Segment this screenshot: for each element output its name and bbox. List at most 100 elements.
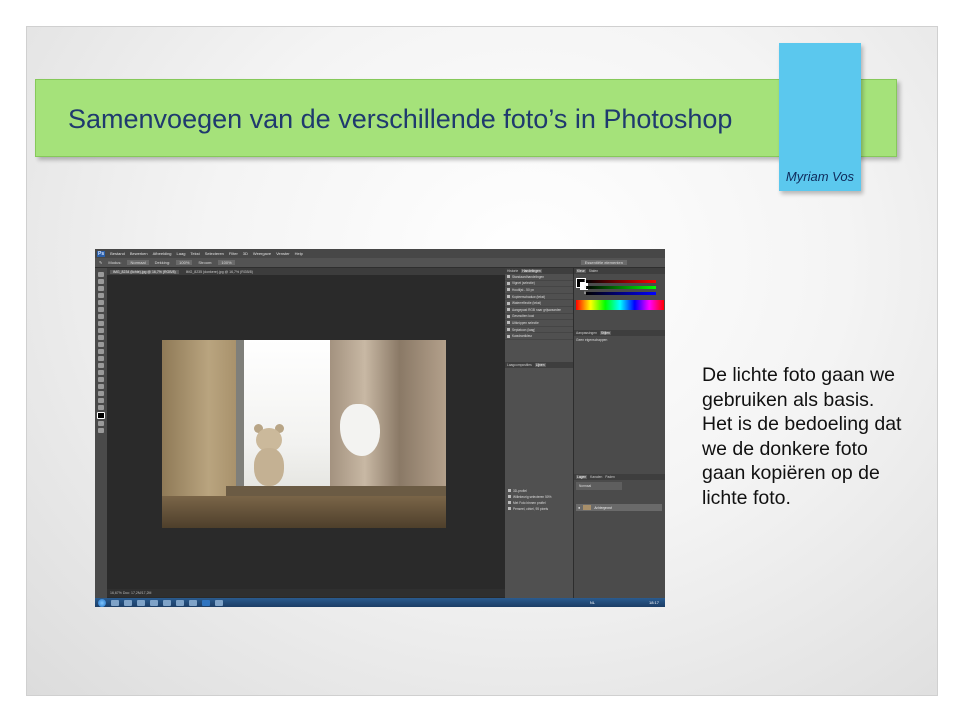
type-tool-icon[interactable] — [98, 377, 104, 382]
document-tab[interactable]: IMG_8235 (donkere).jpg @ 16,7% (RGB/8) — [183, 270, 256, 274]
clone-stamp-tool-icon[interactable] — [98, 328, 104, 333]
layers-panel-tabs: Lagen Kanalen Paden — [574, 474, 665, 480]
body-line: lichte foto. — [702, 486, 791, 509]
gradient-tool-icon[interactable] — [98, 349, 104, 354]
adjustments-panel: Aanpassingen Stijlen Geen eigenschappen — [574, 330, 665, 344]
action-item[interactable]: Sepiatoon (laag) — [505, 327, 573, 334]
tab-stijlen[interactable]: Stijlen — [599, 331, 611, 335]
healing-tool-icon[interactable] — [98, 314, 104, 319]
menu-item[interactable]: Laag — [177, 251, 186, 256]
tab-laagcomposities[interactable]: Laagcomposities — [507, 363, 532, 367]
tab-aanpassingen[interactable]: Aanpassingen — [576, 331, 597, 335]
document-tab[interactable]: IMG_8234 (lichte).jpg @ 16,7% (RGB/8) — [110, 269, 179, 274]
photoshop-screenshot: Ps Bestand Bewerken Afbeelding Laag Teks… — [95, 249, 665, 607]
stroom-label: Stroom: — [198, 260, 213, 265]
screen-mode-icon[interactable] — [98, 428, 104, 433]
blend-mode-select[interactable]: Normaal — [576, 482, 622, 490]
action-item[interactable]: Kwadrantkleur — [505, 333, 573, 340]
mail-taskbar-icon[interactable] — [137, 599, 145, 606]
action-item[interactable]: Standaardhandelingen — [505, 274, 573, 281]
tab-paden[interactable]: Paden — [605, 475, 615, 479]
menu-item[interactable]: Bestand — [110, 251, 125, 256]
color-spectrum[interactable] — [576, 300, 664, 310]
taskbar-clock[interactable]: 18:17 — [649, 598, 659, 607]
body-line: gebruiken als basis. — [702, 388, 875, 411]
ps-toolbox — [95, 268, 107, 598]
menu-item[interactable]: Help — [295, 251, 303, 256]
explorer-taskbar-icon[interactable] — [111, 599, 119, 606]
pen-tool-icon[interactable] — [98, 370, 104, 375]
stroom-input[interactable]: 100% — [218, 260, 235, 265]
menu-item[interactable]: Filter — [229, 251, 238, 256]
action-item[interactable]: Waterreflectie (tekst) — [505, 300, 573, 307]
language-indicator[interactable]: NL — [590, 598, 595, 607]
dodge-tool-icon[interactable] — [98, 363, 104, 368]
app-taskbar-icon[interactable] — [215, 599, 223, 606]
media-taskbar-icon[interactable] — [150, 599, 158, 606]
action-item[interactable]: Gesmolten lood — [505, 314, 573, 321]
brush-tool-icon[interactable] — [98, 321, 104, 326]
eraser-tool-icon[interactable] — [98, 342, 104, 347]
eye-icon[interactable]: ● — [578, 505, 580, 510]
action-item[interactable]: Aangepast RGB naar grijswaarden — [505, 307, 573, 314]
app-taskbar-icon[interactable] — [189, 599, 197, 606]
author-name: Myriam Vos — [785, 169, 855, 184]
foreground-color-icon[interactable] — [97, 412, 105, 419]
tab-kanalen[interactable]: Kanalen — [590, 475, 602, 479]
lasso-tool-icon[interactable] — [98, 286, 104, 291]
menu-item[interactable]: 3D — [243, 251, 248, 256]
zoom-tool-icon[interactable] — [98, 405, 104, 410]
move-tool-icon[interactable] — [98, 272, 104, 277]
color-panel-tabs: Kleur Stalen — [574, 268, 665, 274]
action-item[interactable]: Uitknippen selectie — [505, 320, 573, 327]
shape-tool-icon[interactable] — [98, 391, 104, 396]
tab-handelingen[interactable]: Handelingen — [521, 269, 542, 273]
body-line: Het is de bedoeling dat — [702, 413, 902, 435]
green-slider[interactable] — [586, 286, 656, 289]
menu-item[interactable]: Afbeelding — [153, 251, 172, 256]
brush-tool-icon[interactable]: ✎ — [99, 260, 102, 265]
action-item[interactable]: Houtlijst - 50 px — [505, 287, 573, 294]
dekking-input[interactable]: 100% — [176, 260, 193, 265]
ps-menubar: Ps Bestand Bewerken Afbeelding Laag Teks… — [95, 249, 665, 258]
quick-mask-icon[interactable] — [98, 421, 104, 426]
tab-historie[interactable]: Historie — [507, 269, 518, 273]
canvas-area[interactable] — [107, 275, 505, 599]
app-taskbar-icon[interactable] — [176, 599, 184, 606]
tab-lagen[interactable]: Lagen — [576, 475, 588, 479]
properties-title: Geen eigenschappen — [576, 338, 608, 342]
photoshop-taskbar-icon[interactable] — [202, 599, 210, 606]
right-panel-column: Kleur Stalen R G B Aanpassingen Stijlen … — [573, 268, 665, 598]
tab-stalen[interactable]: Stalen — [589, 269, 598, 273]
start-button-icon[interactable] — [98, 598, 106, 607]
path-select-tool-icon[interactable] — [98, 384, 104, 389]
ps-logo: Ps — [97, 250, 106, 257]
tab-kleur[interactable]: Kleur — [576, 269, 586, 273]
action-item[interactable]: Vignet (selectie) — [505, 281, 573, 288]
crop-tool-icon[interactable] — [98, 300, 104, 305]
body-text: De lichte foto gaan we gebruiken als bas… — [702, 363, 952, 510]
menu-item[interactable]: Weergave — [253, 251, 271, 256]
action-item[interactable]: Kopieerschaduw (tekst) — [505, 294, 573, 301]
body-line: we de donkere foto — [702, 437, 868, 460]
browser-taskbar-icon[interactable] — [124, 599, 132, 606]
history-brush-tool-icon[interactable] — [98, 335, 104, 340]
menu-item[interactable]: Selecteren — [205, 251, 224, 256]
body-line: De lichte foto gaan we — [702, 364, 895, 386]
marquee-tool-icon[interactable] — [98, 279, 104, 284]
red-slider[interactable] — [586, 280, 656, 283]
blur-tool-icon[interactable] — [98, 356, 104, 361]
eyedropper-tool-icon[interactable] — [98, 307, 104, 312]
history-item[interactable]: Penseel, cirkel, 95 pixels — [505, 506, 573, 512]
layer-row[interactable]: ● Achtergrond — [576, 504, 662, 511]
tab-lijnen[interactable]: Lijnen — [534, 362, 546, 367]
workspace-select[interactable]: Essentiële elementen — [580, 260, 627, 265]
menu-item[interactable]: Venster — [276, 251, 290, 256]
menu-item[interactable]: Tekst — [190, 251, 199, 256]
hand-tool-icon[interactable] — [98, 398, 104, 403]
blue-slider[interactable] — [586, 292, 656, 295]
quick-select-tool-icon[interactable] — [98, 293, 104, 298]
app-taskbar-icon[interactable] — [163, 599, 171, 606]
menu-item[interactable]: Bewerken — [130, 251, 148, 256]
modus-select[interactable]: Normaal — [127, 260, 149, 265]
